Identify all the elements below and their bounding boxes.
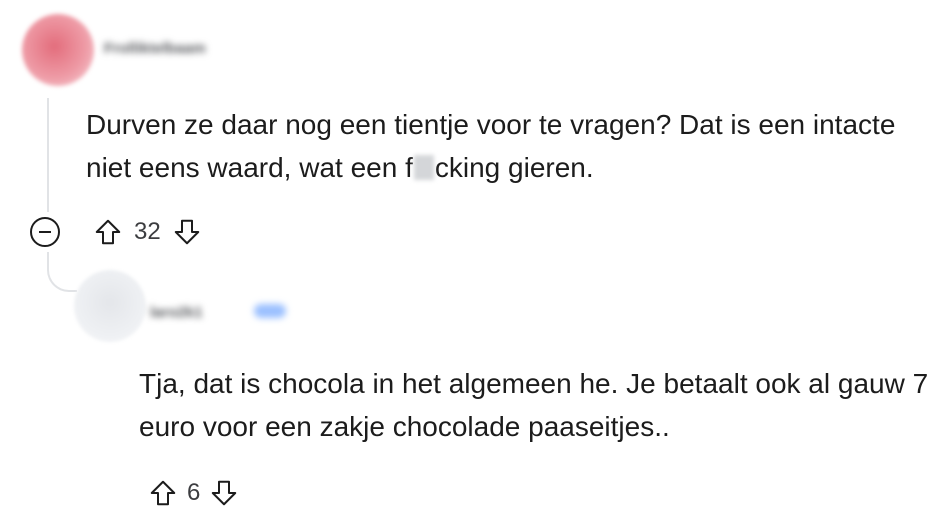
vote-count: 6 (187, 479, 201, 506)
thread-connector (47, 262, 77, 292)
comment-actions: 6 (145, 473, 242, 513)
avatar[interactable] (74, 270, 146, 342)
comment-actions: 32 (30, 212, 205, 252)
avatar[interactable] (22, 14, 94, 86)
comment-thread: Frolliktelbaam Durven ze daar nog een ti… (0, 0, 950, 532)
comment-author[interactable]: laro2k1 (150, 304, 203, 321)
arrow-down-outline-icon (212, 480, 237, 506)
censor-blur (413, 155, 434, 180)
downvote-button[interactable] (206, 475, 242, 511)
comment-text: Durven ze daar nog een tientje voor te v… (86, 109, 896, 183)
user-badge (254, 304, 286, 318)
thread-line[interactable] (47, 98, 49, 212)
downvote-button[interactable] (169, 214, 205, 250)
arrow-up-outline-icon (150, 480, 176, 506)
comment-author[interactable]: Frolliktelbaam (104, 40, 206, 57)
upvote-button[interactable] (145, 475, 181, 511)
upvote-button[interactable] (90, 214, 126, 250)
vote-count: 32 (134, 218, 161, 245)
minus-circle-icon[interactable] (30, 217, 60, 247)
comment-text: Tja, dat is chocola in het algemeen he. … (139, 368, 929, 442)
arrow-up-outline-icon (95, 219, 121, 245)
arrow-down-outline-icon (174, 219, 199, 245)
